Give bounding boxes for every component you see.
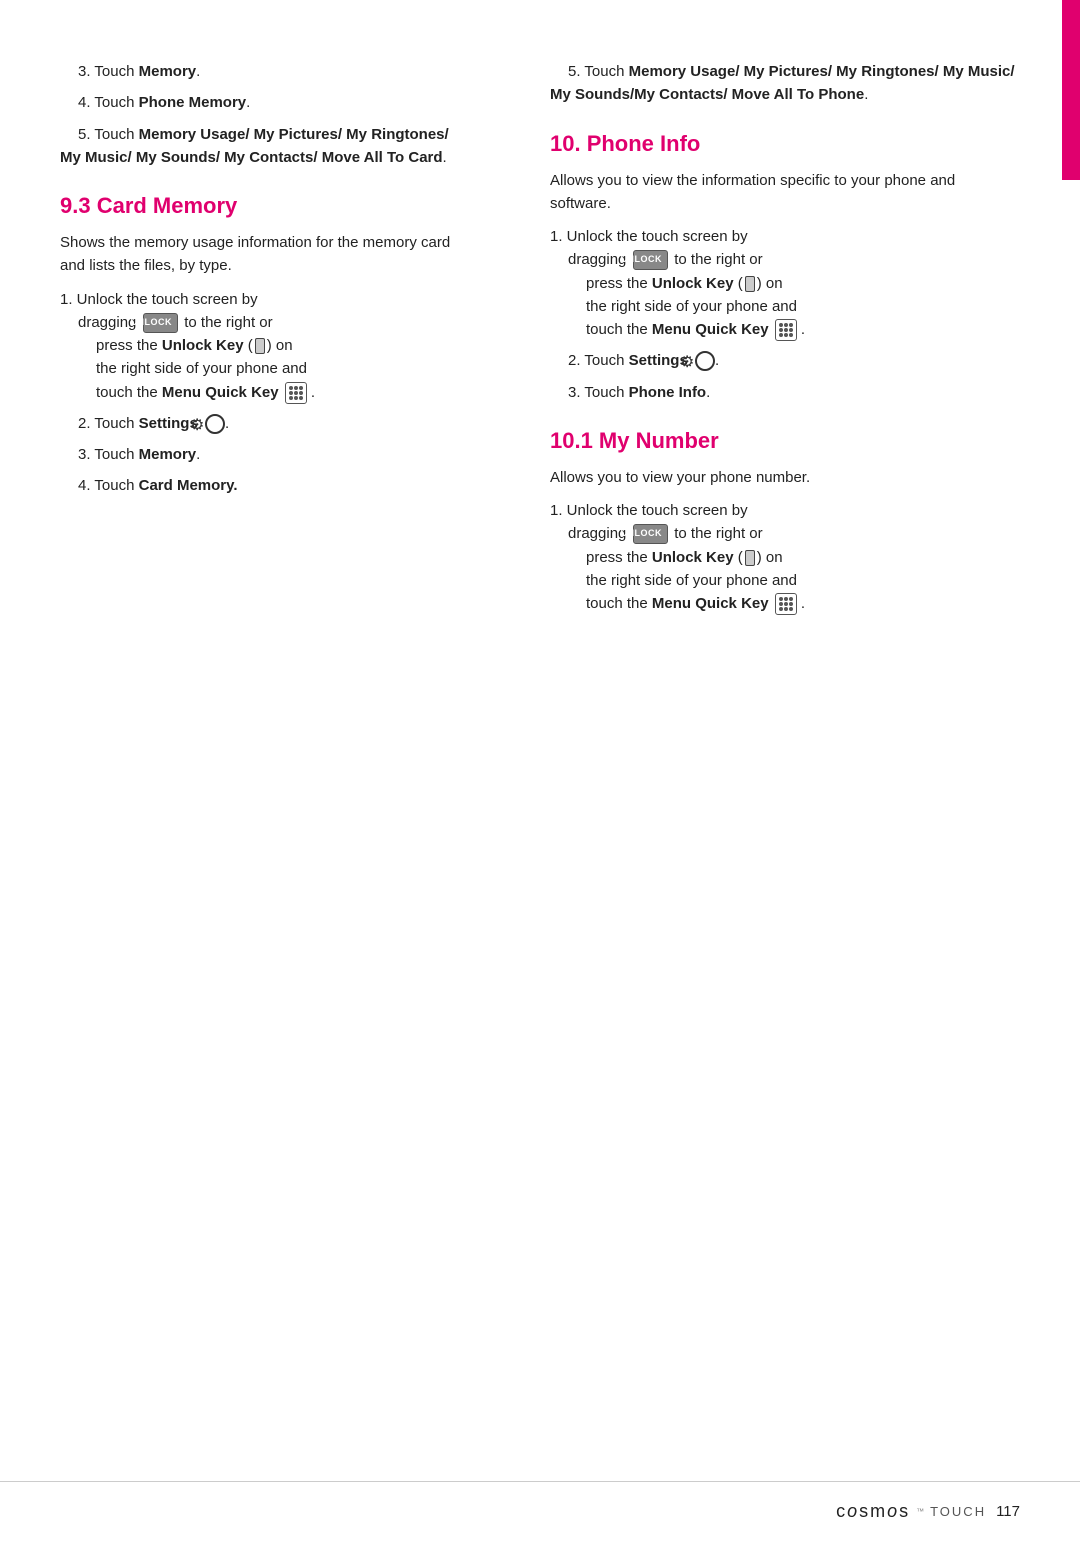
footer-logo: cosmos xyxy=(836,1501,910,1522)
step-num: 5. xyxy=(568,63,581,80)
left-item-4: 4. Touch Phone Memory. xyxy=(60,91,470,114)
left-93-step-4: 4. Touch Card Memory. xyxy=(60,474,470,497)
step-bold: Phone Info xyxy=(629,384,707,401)
step-num: 5. xyxy=(78,126,91,143)
right-101-step-1: 1. Unlock the touch screen by dragging U… xyxy=(550,499,1020,615)
accent-bar xyxy=(1062,0,1080,180)
section-10-description: Allows you to view the information speci… xyxy=(550,169,1020,216)
content-columns: 3. Touch Memory. 4. Touch Phone Memory. … xyxy=(60,60,1020,1472)
step-num: 1. xyxy=(550,502,563,519)
left-item-5: 5. Touch Memory Usage/ My Pictures/ My R… xyxy=(60,123,470,170)
step-num: 2. xyxy=(568,352,581,369)
unlock-key-icon xyxy=(745,276,755,292)
section-10-heading: 10. Phone Info xyxy=(550,131,1020,157)
step-bold: Memory Usage/ My Pictures/ My Ringtones/… xyxy=(550,63,1015,103)
footer-touch-label: TOUCH xyxy=(930,1504,986,1519)
step-bold: Menu Quick Key xyxy=(162,384,279,401)
step-bold: Unlock Key xyxy=(162,337,244,354)
right-item-5: 5. Touch Memory Usage/ My Pictures/ My R… xyxy=(550,60,1020,107)
step-bold: Memory xyxy=(139,63,197,80)
settings-icon xyxy=(695,351,715,371)
trademark-symbol: ™ xyxy=(916,1507,924,1516)
left-93-step-3: 3. Touch Memory. xyxy=(60,443,470,466)
right-10-step-1: 1. Unlock the touch screen by dragging U… xyxy=(550,225,1020,341)
step-num: 2. xyxy=(78,415,91,432)
section-93-description: Shows the memory usage information for t… xyxy=(60,231,470,278)
menu-quick-key-icon xyxy=(775,319,797,341)
left-item-3: 3. Touch Memory. xyxy=(60,60,470,83)
step-bold: Settings xyxy=(629,352,688,369)
step-bold: Card Memory. xyxy=(139,477,238,494)
step-num: 4. xyxy=(78,477,91,494)
left-93-step-2: 2. Touch Settings . xyxy=(60,412,470,435)
menu-quick-key-icon xyxy=(285,382,307,404)
step-bold: Phone Memory xyxy=(139,94,247,111)
step-num: 4. xyxy=(78,94,91,111)
step-bold: Menu Quick Key xyxy=(652,595,769,612)
unlock-button-icon: UNLOCK xyxy=(633,524,669,544)
section-93-heading: 9.3 Card Memory xyxy=(60,193,470,219)
right-10-step-3: 3. Touch Phone Info. xyxy=(550,381,1020,404)
unlock-button-icon: UNLOCK xyxy=(633,250,669,270)
step-bold: Menu Quick Key xyxy=(652,321,769,338)
unlock-button-icon: UNLOCK xyxy=(143,313,179,333)
step-bold: Memory Usage/ My Pictures/ My Ringtones/… xyxy=(60,126,449,166)
step-bold: Memory xyxy=(139,446,197,463)
step-num: 3. xyxy=(78,63,91,80)
step-num: 3. xyxy=(568,384,581,401)
step-bold: Unlock Key xyxy=(652,275,734,292)
section-101-heading: 10.1 My Number xyxy=(550,428,1020,454)
page: 3. Touch Memory. 4. Touch Phone Memory. … xyxy=(0,0,1080,1552)
step-bold: Unlock Key xyxy=(652,549,734,566)
section-101-description: Allows you to view your phone number. xyxy=(550,466,1020,489)
footer-page-number: 117 xyxy=(996,1503,1020,1520)
right-10-step-2: 2. Touch Settings . xyxy=(550,349,1020,372)
left-column: 3. Touch Memory. 4. Touch Phone Memory. … xyxy=(60,60,490,1472)
unlock-key-icon xyxy=(255,338,265,354)
step-bold: Settings xyxy=(139,415,198,432)
footer-separator xyxy=(0,1481,1080,1482)
menu-quick-key-icon xyxy=(775,593,797,615)
right-column: 5. Touch Memory Usage/ My Pictures/ My R… xyxy=(550,60,1020,1472)
unlock-key-icon xyxy=(745,550,755,566)
left-93-step-1: 1. Unlock the touch screen by dragging U… xyxy=(60,288,470,404)
settings-icon xyxy=(205,414,225,434)
step-num: 1. xyxy=(550,228,563,245)
footer: cosmos ™ TOUCH 117 xyxy=(836,1501,1020,1522)
step-num: 1. xyxy=(60,291,73,308)
step-num: 3. xyxy=(78,446,91,463)
